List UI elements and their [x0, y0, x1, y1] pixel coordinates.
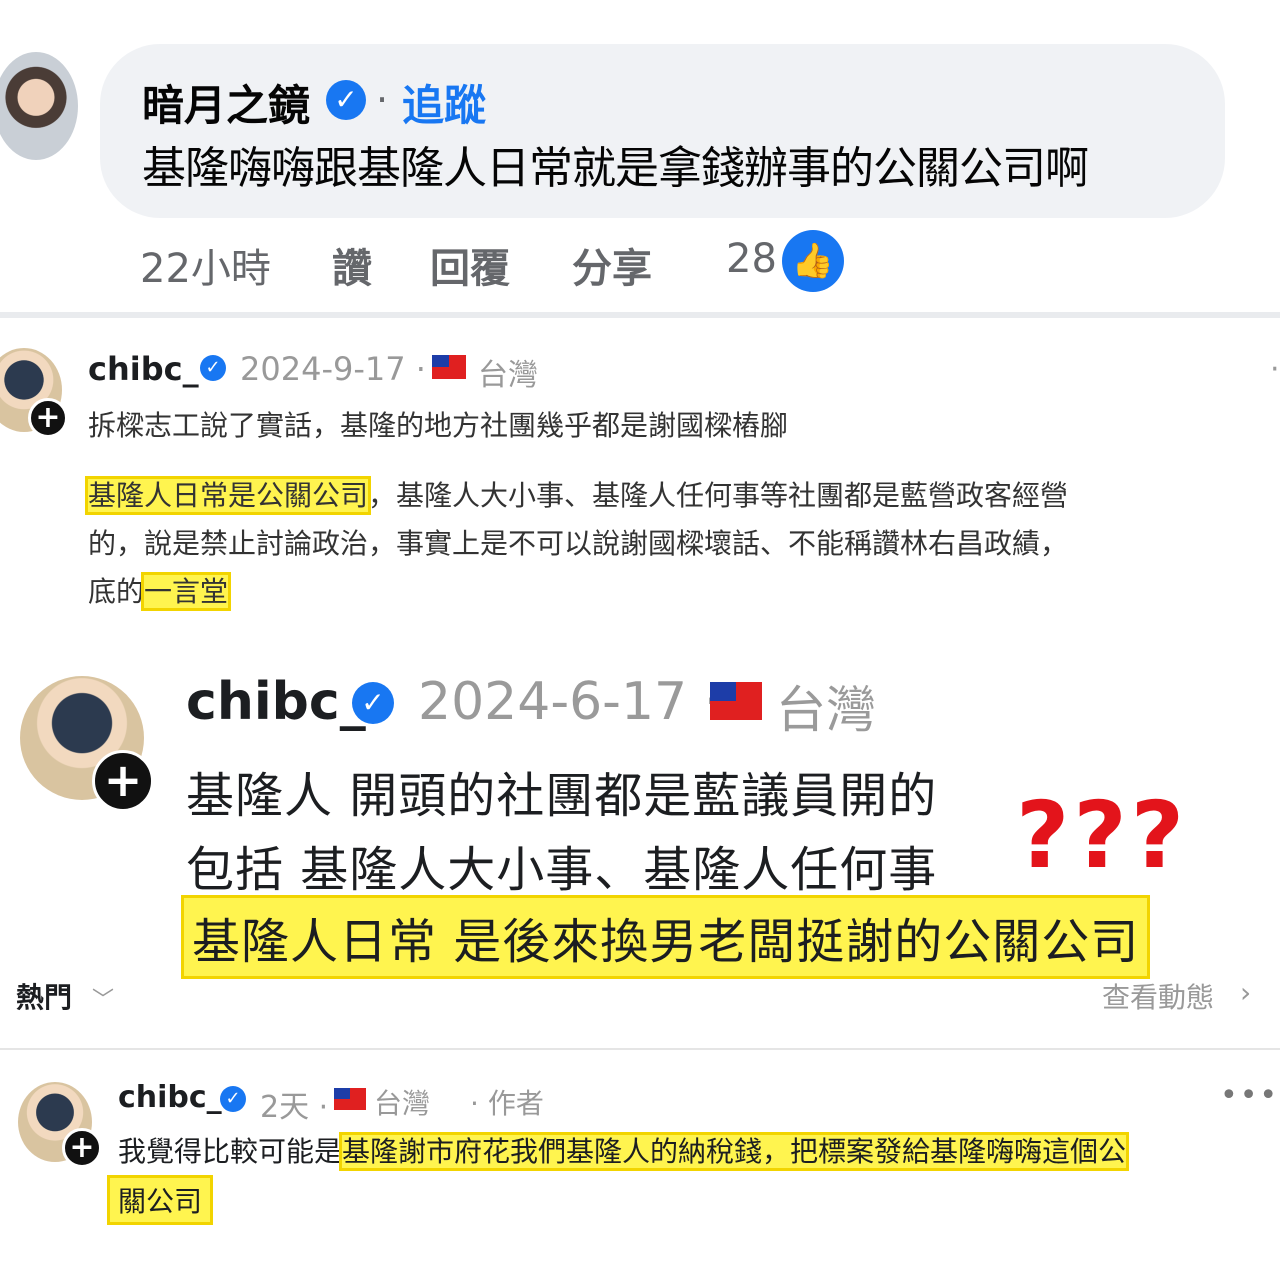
author-tag: · 作者: [470, 1087, 544, 1120]
reply-time: 2天 ·: [260, 1090, 329, 1125]
highlighted-text: 基隆謝市府花我們基隆人的納稅錢，把標案發給基隆嗨嗨這個公: [339, 1132, 1130, 1171]
view-activity-link[interactable]: 查看動態: [1102, 976, 1214, 1016]
highlighted-text: 基隆人日常是公關公司: [84, 476, 372, 515]
separator-dot: ·: [376, 78, 389, 122]
comment-text: 基隆嗨嗨跟基隆人日常就是拿錢辦事的公關公司啊: [142, 143, 1089, 194]
like-button[interactable]: 讚: [332, 236, 372, 294]
verified-badge-icon: ✓: [200, 355, 226, 381]
taiwan-flag-icon: [710, 682, 762, 720]
post-text-line: 的，說是禁止討論政治，事實上是不可以說謝國樑壞話、不能稱讚林右昌政績，: [88, 527, 1069, 560]
highlighted-text: 基隆人日常 是後來換男老闆挺謝的公關公司: [180, 895, 1151, 979]
panel-divider: [0, 1048, 1280, 1050]
chevron-right-icon[interactable]: ›: [1240, 976, 1251, 1009]
follow-button[interactable]: 追蹤: [402, 72, 486, 133]
verified-badge-icon: ✓: [220, 1086, 246, 1112]
post-date: 2024-6-17 ·: [418, 672, 721, 732]
post-date-value: 2024-9-17: [240, 350, 406, 388]
plus-icon[interactable]: +: [92, 750, 154, 812]
reply-time-value: 2天: [260, 1090, 310, 1125]
comment-timestamp[interactable]: 22小時: [140, 236, 271, 294]
post-username[interactable]: chibc_: [186, 672, 366, 732]
plus-icon[interactable]: +: [62, 1128, 102, 1168]
question-marks-annotation: ???: [1016, 782, 1189, 889]
taiwan-flag-icon: [432, 355, 466, 379]
post-text-line: 包括 基隆人大小事、基隆人任何事: [186, 842, 938, 898]
reply-text-line: 我覺得比較可能是基隆謝市府花我們基隆人的納稅錢，把標案發給基隆嗨嗨這個公: [118, 1130, 1130, 1171]
post-text-line: 拆樑志工說了實話，基隆的地方社團幾乎都是謝國樑樁腳: [88, 409, 789, 442]
taiwan-flag-icon: [334, 1088, 366, 1110]
reaction-count[interactable]: 28: [726, 236, 777, 282]
commenter-name[interactable]: 暗月之鏡: [142, 72, 310, 133]
post-text-line: 底的一言堂: [88, 570, 232, 611]
post-region: 台灣: [478, 358, 538, 393]
more-options-icon[interactable]: •••: [1220, 1078, 1279, 1113]
share-button[interactable]: 分享: [572, 236, 652, 294]
post-region: 台灣: [776, 681, 876, 739]
post-text-span: ，基隆人大小事、基隆人任何事等社團都是藍營政客經營: [368, 479, 1069, 512]
panel-divider: [0, 312, 1280, 318]
thumbs-up-icon[interactable]: 👍: [782, 230, 844, 292]
verified-badge-icon: ✓: [352, 682, 394, 724]
post-username[interactable]: chibc_: [88, 350, 199, 388]
highlighted-text: 一言堂: [141, 572, 232, 611]
post-date-value: 2024-6-17: [418, 672, 688, 732]
more-options-icon[interactable]: ·: [1270, 352, 1280, 387]
highlighted-text: 關公司: [106, 1175, 214, 1225]
author-tag-label: 作者: [487, 1087, 544, 1120]
post-text-span: 底的: [88, 575, 145, 608]
reply-region: 台灣: [374, 1087, 431, 1120]
verified-badge-icon: ✓: [326, 80, 366, 120]
plus-icon[interactable]: +: [28, 398, 68, 438]
post-text-line: 基隆人 開頭的社團都是藍議員開的: [186, 768, 938, 824]
reply-username[interactable]: chibc_: [118, 1080, 222, 1115]
commenter-avatar[interactable]: [0, 52, 78, 160]
post-text-line: 基隆人日常是公關公司，基隆人大小事、基隆人任何事等社團都是藍營政客經營: [84, 474, 1069, 515]
post-date: 2024-9-17 ·: [240, 350, 426, 388]
reply-text-span: 我覺得比較可能是: [118, 1135, 343, 1168]
chevron-down-icon[interactable]: ﹀: [92, 982, 114, 1014]
sort-dropdown[interactable]: 熱門: [16, 976, 72, 1016]
reply-button[interactable]: 回覆: [430, 236, 510, 294]
